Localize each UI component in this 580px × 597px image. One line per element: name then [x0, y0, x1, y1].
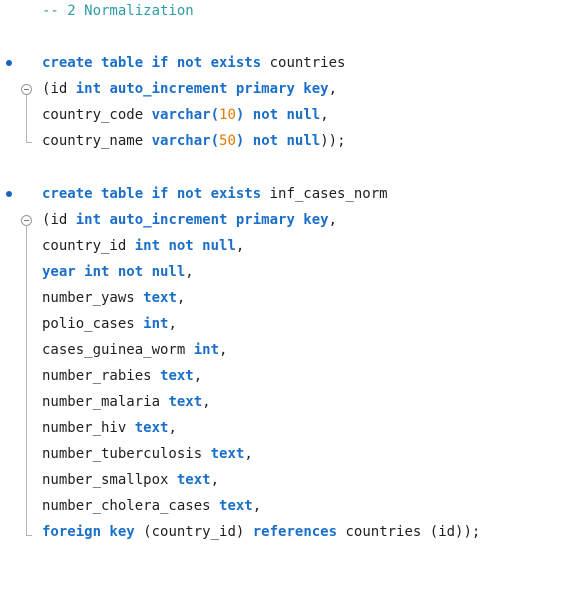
- column-name: (country_id): [143, 524, 245, 540]
- code-line: polio_cases int,: [42, 316, 177, 332]
- code-line: number_rabies text,: [42, 368, 203, 384]
- keyword: references: [252, 524, 338, 540]
- column-name: country_name: [42, 133, 144, 149]
- column-name: number_smallpox: [42, 472, 169, 488]
- keyword: int auto_increment primary key: [75, 212, 329, 228]
- column-name: id: [50, 212, 68, 228]
- keyword: text: [176, 472, 211, 488]
- code-line: number_cholera_cases text,: [42, 498, 262, 514]
- code-line: number_smallpox text,: [42, 472, 220, 488]
- column-name: number_cholera_cases: [42, 498, 211, 514]
- keyword: varchar: [151, 133, 211, 149]
- keyword: varchar: [151, 107, 211, 123]
- sql-editor[interactable]: -- 2 Normalization create table if not e…: [0, 0, 580, 571]
- keyword: foreign key: [42, 524, 135, 540]
- code-line: number_malaria text,: [42, 394, 211, 410]
- column-name: country_id: [42, 238, 127, 254]
- column-name: number_tuberculosis: [42, 446, 203, 462]
- keyword: not null: [252, 107, 321, 123]
- code-line: number_tuberculosis text,: [42, 446, 253, 462]
- code-line: country_code varchar(10) not null,: [42, 107, 329, 123]
- keyword: create table if not exists: [42, 55, 262, 71]
- column-name: number_malaria: [42, 394, 161, 410]
- code-line: year int not null,: [42, 264, 194, 280]
- code-line: foreign key (country_id) references coun…: [0, 519, 580, 545]
- keyword: text: [219, 498, 253, 514]
- code-line: country_id int not null,: [42, 238, 245, 254]
- keyword: int not null: [134, 238, 236, 254]
- column-name: country_code: [42, 107, 144, 123]
- code-line: number_hiv text,: [42, 420, 177, 436]
- keyword: text: [143, 290, 177, 306]
- keyword: text: [168, 394, 203, 410]
- column-name: number_rabies: [42, 368, 152, 384]
- number-literal: 10: [219, 107, 236, 123]
- column-name: cases_guinea_worm: [42, 342, 186, 358]
- comment-text: -- 2 Normalization: [42, 3, 194, 19]
- keyword: text: [134, 420, 169, 436]
- keyword: text: [210, 446, 245, 462]
- table-name: inf_cases_norm: [269, 186, 388, 202]
- code-line: (id int auto_increment primary key,: [42, 212, 338, 228]
- code-line: country_name varchar(50) not null));: [42, 133, 346, 149]
- keyword: int: [193, 342, 220, 358]
- code-line: (id int auto_increment primary key,: [42, 81, 338, 97]
- table-name: countries: [269, 55, 346, 71]
- number-literal: 50: [219, 133, 236, 149]
- keyword: year int not null: [42, 264, 186, 280]
- keyword: not null: [252, 133, 321, 149]
- code-line: -- 2 Normalization: [0, 0, 580, 24]
- keyword: text: [160, 368, 194, 384]
- keyword: int: [143, 316, 169, 332]
- code-line: cases_guinea_worm int,: [42, 342, 228, 358]
- code-line: create table if not exists countries: [0, 50, 580, 76]
- code-line: create table if not exists inf_cases_nor…: [0, 181, 580, 207]
- keyword: int auto_increment primary key: [75, 81, 329, 97]
- column-name: polio_cases: [42, 316, 135, 332]
- column-name: number_yaws: [42, 290, 135, 306]
- keyword: create table if not exists: [42, 186, 262, 202]
- code-line: number_yaws text,: [42, 290, 186, 306]
- column-name: number_hiv: [42, 420, 127, 436]
- column-name: id: [50, 81, 68, 97]
- table-name: countries (id));: [345, 524, 481, 540]
